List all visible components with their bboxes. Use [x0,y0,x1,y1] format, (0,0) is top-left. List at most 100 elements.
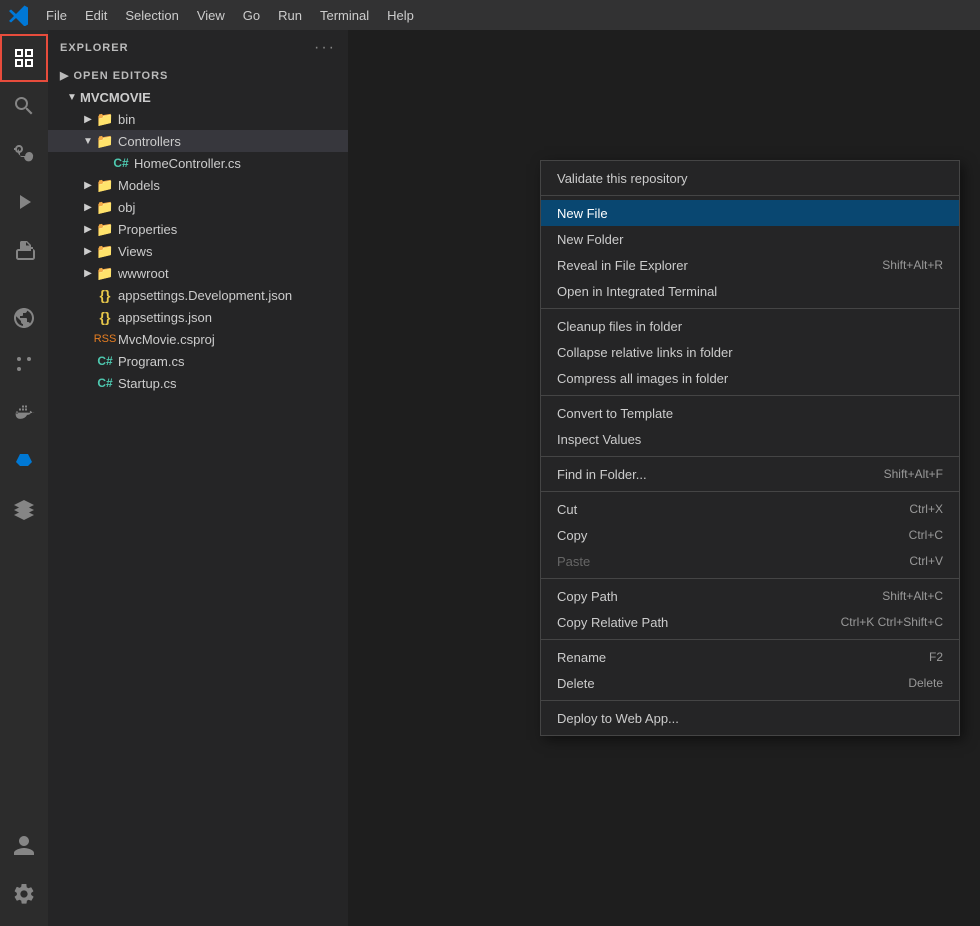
properties-label: Properties [118,222,348,237]
ctx-find-shortcut: Shift+Alt+F [884,467,943,481]
ctx-rename[interactable]: Rename F2 [541,644,959,670]
menu-go[interactable]: Go [235,6,268,25]
ctx-cleanup[interactable]: Cleanup files in folder [541,313,959,339]
ctx-new-folder-label: New Folder [557,232,623,247]
ctx-compress[interactable]: Compress all images in folder [541,365,959,391]
obj-label: obj [118,200,348,215]
ctx-validate-label: Validate this repository [557,171,688,186]
menu-edit[interactable]: Edit [77,6,115,25]
tree-item-properties[interactable]: ▶ 📁 Properties [48,218,348,240]
ctx-convert-label: Convert to Template [557,406,673,421]
views-arrow: ▶ [80,243,96,259]
menu-view[interactable]: View [189,6,233,25]
ctx-paste[interactable]: Paste Ctrl+V [541,548,959,574]
appsettings-dev-icon: {} [96,286,114,304]
tree-item-views[interactable]: ▶ 📁 Views [48,240,348,262]
activity-bar [0,30,48,926]
activity-bar-bottom [0,822,48,926]
run-debug-activity-icon[interactable] [0,178,48,226]
ctx-reveal[interactable]: Reveal in File Explorer Shift+Alt+R [541,252,959,278]
ctx-collapse-links[interactable]: Collapse relative links in folder [541,339,959,365]
ctx-copy-path-shortcut: Shift+Alt+C [882,589,943,603]
tree-item-models[interactable]: ▶ 📁 Models [48,174,348,196]
explorer-title: EXPLORER [60,42,129,54]
ctx-copy-rel-path-label: Copy Relative Path [557,615,668,630]
ctx-find[interactable]: Find in Folder... Shift+Alt+F [541,461,959,487]
ctx-copy-rel-path[interactable]: Copy Relative Path Ctrl+K Ctrl+Shift+C [541,609,959,635]
ctx-paste-label: Paste [557,554,590,569]
settings-activity-icon[interactable] [0,870,48,918]
views-label: Views [118,244,348,259]
remote-activity-icon[interactable] [0,294,48,342]
csproj-icon: RSS [96,330,114,348]
sidebar-more-options[interactable]: ··· [314,39,336,57]
search-activity-icon[interactable] [0,82,48,130]
models-arrow: ▶ [80,177,96,193]
ctx-paste-shortcut: Ctrl+V [909,554,943,568]
ctx-copy-path[interactable]: Copy Path Shift+Alt+C [541,583,959,609]
properties-arrow: ▶ [80,221,96,237]
sidebar: EXPLORER ··· ▶ OPEN EDITORS ▼ MVCMOVIE ▶… [48,30,348,926]
git-graph-activity-icon[interactable] [0,342,48,390]
menu-help[interactable]: Help [379,6,422,25]
wwwroot-label: wwwroot [118,266,348,281]
tree-item-obj[interactable]: ▶ 📁 obj [48,196,348,218]
tree-item-startup[interactable]: ▶ C# Startup.cs [48,372,348,394]
tree-item-homecontroller[interactable]: ▶ C# HomeController.cs [48,152,348,174]
ctx-validate[interactable]: Validate this repository [541,165,959,191]
obj-arrow: ▶ [80,199,96,215]
models-folder-icon: 📁 [96,176,114,194]
ctx-compress-label: Compress all images in folder [557,371,728,386]
azure-activity-icon[interactable] [0,438,48,486]
tree-item-appsettings[interactable]: ▶ {} appsettings.json [48,306,348,328]
ctx-copy[interactable]: Copy Ctrl+C [541,522,959,548]
ctx-inspect[interactable]: Inspect Values [541,426,959,452]
controllers-arrow: ▼ [80,133,96,149]
layers-activity-icon[interactable] [0,486,48,534]
ctx-new-folder[interactable]: New Folder [541,226,959,252]
open-editors-section[interactable]: ▶ OPEN EDITORS [48,65,348,86]
ctx-sep-5 [541,491,959,492]
tree-item-appsettings-dev[interactable]: ▶ {} appsettings.Development.json [48,284,348,306]
project-root[interactable]: ▼ MVCMOVIE [48,86,348,108]
extensions-activity-icon[interactable] [0,226,48,274]
explorer-activity-icon[interactable] [0,34,48,82]
csproj-label: MvcMovie.csproj [118,332,348,347]
ctx-convert[interactable]: Convert to Template [541,400,959,426]
project-root-arrow: ▼ [64,89,80,105]
ctx-sep-4 [541,456,959,457]
ctx-deploy[interactable]: Deploy to Web App... [541,705,959,731]
ctx-sep-8 [541,700,959,701]
properties-folder-icon: 📁 [96,220,114,238]
ctx-copy-label: Copy [557,528,587,543]
menu-selection[interactable]: Selection [117,6,186,25]
views-folder-icon: 📁 [96,242,114,260]
ctx-deploy-label: Deploy to Web App... [557,711,679,726]
wwwroot-arrow: ▶ [80,265,96,281]
ctx-delete[interactable]: Delete Delete [541,670,959,696]
tree-item-controllers[interactable]: ▼ 📁 Controllers [48,130,348,152]
program-label: Program.cs [118,354,348,369]
menu-run[interactable]: Run [270,6,310,25]
ctx-cut[interactable]: Cut Ctrl+X [541,496,959,522]
menu-file[interactable]: File [38,6,75,25]
tree-item-csproj[interactable]: ▶ RSS MvcMovie.csproj [48,328,348,350]
startup-file-icon: C# [96,374,114,392]
ctx-copy-rel-path-shortcut: Ctrl+K Ctrl+Shift+C [841,615,943,629]
ctx-new-file[interactable]: New File [541,200,959,226]
ctx-rename-shortcut: F2 [929,650,943,664]
sidebar-header: EXPLORER ··· [48,30,348,65]
obj-folder-icon: 📁 [96,198,114,216]
source-control-activity-icon[interactable] [0,130,48,178]
ctx-sep-2 [541,308,959,309]
docker-activity-icon[interactable] [0,390,48,438]
appsettings-icon: {} [96,308,114,326]
account-activity-icon[interactable] [0,822,48,870]
ctx-open-terminal[interactable]: Open in Integrated Terminal [541,278,959,304]
ctx-collapse-links-label: Collapse relative links in folder [557,345,733,360]
menu-terminal[interactable]: Terminal [312,6,377,25]
tree-item-bin[interactable]: ▶ 📁 bin [48,108,348,130]
tree-item-wwwroot[interactable]: ▶ 📁 wwwroot [48,262,348,284]
tree-item-program[interactable]: ▶ C# Program.cs [48,350,348,372]
program-file-icon: C# [96,352,114,370]
